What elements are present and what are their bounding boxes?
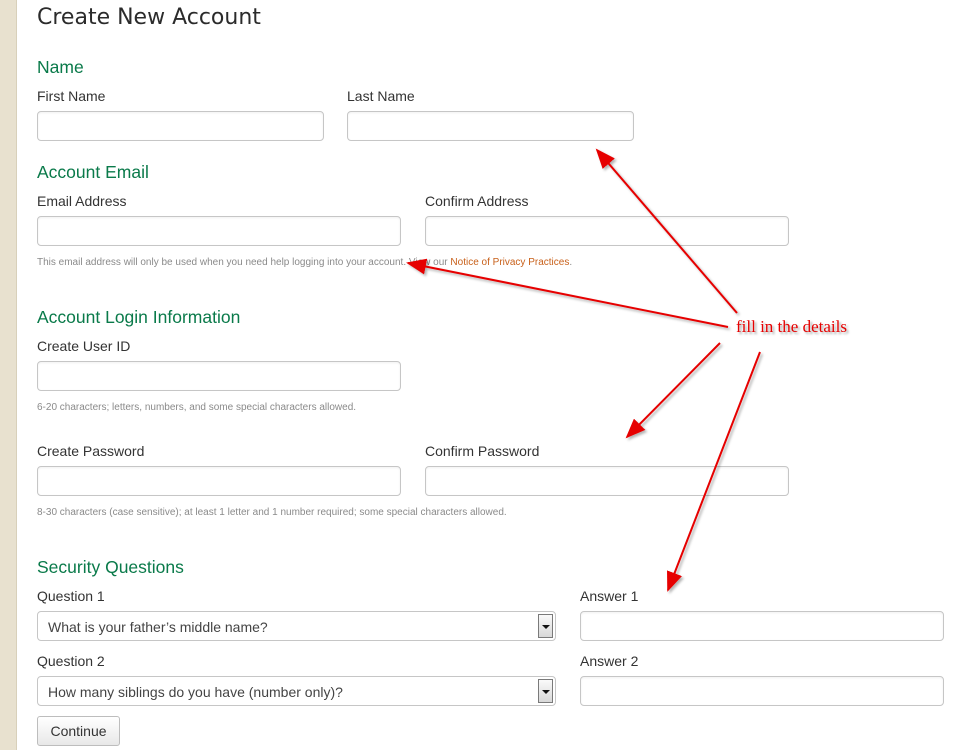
first-name-label: First Name [37, 88, 106, 104]
user-id-label: Create User ID [37, 338, 131, 354]
confirm-password-input[interactable] [425, 466, 789, 496]
answer-2-label: Answer 2 [580, 653, 639, 669]
question-1-select[interactable]: What is your father’s middle name? [37, 611, 556, 641]
email-address-input[interactable] [37, 216, 401, 246]
continue-button[interactable]: Continue [37, 716, 120, 746]
confirm-address-input[interactable] [425, 216, 789, 246]
confirm-address-label: Confirm Address [425, 193, 529, 209]
answer-1-input[interactable] [580, 611, 944, 641]
confirm-password-label: Confirm Password [425, 443, 540, 459]
answer-1-label: Answer 1 [580, 588, 639, 604]
question-2-selected: How many siblings do you have (number on… [48, 684, 343, 700]
section-title-name: Name [37, 57, 84, 77]
arrow-to-password [625, 342, 721, 439]
question-2-label: Question 2 [37, 653, 105, 669]
create-password-input[interactable] [37, 466, 401, 496]
section-title-email: Account Email [37, 162, 149, 182]
question-1-selected: What is your father’s middle name? [48, 619, 268, 635]
section-title-security: Security Questions [37, 557, 184, 577]
annotation-label: fill in the details [736, 317, 847, 336]
user-id-help-text: 6-20 characters; letters, numbers, and s… [37, 402, 357, 413]
dropdown-arrow-icon[interactable] [538, 614, 553, 638]
password-help-text: 8-30 characters (case sensitive); at lea… [37, 507, 507, 518]
email-help-body: This email address will only be used whe… [37, 257, 451, 268]
privacy-practices-link[interactable]: Notice of Privacy Practices [450, 257, 569, 268]
left-sidebar-edge [0, 0, 17, 750]
page-title: Create New Account [37, 5, 261, 30]
last-name-input[interactable] [347, 111, 634, 141]
email-help-text: This email address will only be used whe… [37, 257, 572, 268]
question-1-label: Question 1 [37, 588, 105, 604]
email-address-label: Email Address [37, 193, 127, 209]
create-password-label: Create Password [37, 443, 145, 459]
user-id-input[interactable] [37, 361, 401, 391]
last-name-label: Last Name [347, 88, 415, 104]
answer-2-input[interactable] [580, 676, 944, 706]
arrow-to-email [406, 258, 729, 328]
question-2-select[interactable]: How many siblings do you have (number on… [37, 676, 556, 706]
section-title-login: Account Login Information [37, 307, 241, 327]
first-name-input[interactable] [37, 111, 324, 141]
email-help-suffix: . [569, 257, 573, 268]
dropdown-arrow-icon[interactable] [538, 679, 553, 703]
